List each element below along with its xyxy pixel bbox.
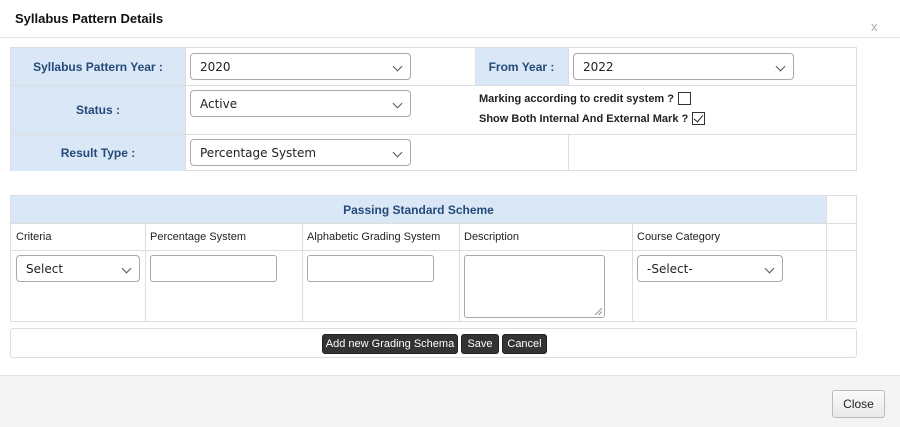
divider bbox=[185, 48, 186, 170]
close-button[interactable]: Close bbox=[832, 390, 885, 418]
divider bbox=[11, 223, 856, 224]
chevron-down-icon bbox=[392, 147, 403, 158]
column-header-description: Description bbox=[464, 231, 520, 243]
column-header-alphabetic: Alphabetic Grading System bbox=[307, 231, 441, 243]
from-year-label: From Year : bbox=[475, 48, 568, 85]
dialog-header: Syllabus Pattern Details x bbox=[0, 0, 900, 38]
divider bbox=[11, 134, 856, 135]
alphabetic-grading-input[interactable] bbox=[307, 255, 434, 282]
cancel-button[interactable]: Cancel bbox=[502, 334, 547, 354]
column-header-criteria: Criteria bbox=[16, 231, 52, 243]
divider bbox=[826, 196, 827, 321]
description-textarea[interactable] bbox=[464, 255, 605, 318]
course-category-value: -Select- bbox=[647, 261, 693, 276]
divider bbox=[11, 250, 856, 251]
resize-grip-icon[interactable] bbox=[595, 308, 602, 315]
chevron-down-icon bbox=[764, 263, 775, 274]
passing-scheme-table: Passing Standard Scheme Criteria Percent… bbox=[10, 195, 857, 322]
pattern-form: Syllabus Pattern Year : 2020 From Year :… bbox=[10, 47, 857, 171]
result-type-value: Percentage System bbox=[200, 145, 317, 160]
credit-system-label: Marking according to credit system ? bbox=[479, 92, 674, 105]
both-marks-row: Show Both Internal And External Mark ? bbox=[479, 112, 706, 125]
divider bbox=[459, 223, 460, 321]
result-type-select[interactable]: Percentage System bbox=[190, 139, 411, 166]
syllabus-year-value: 2020 bbox=[200, 59, 231, 74]
action-bar: Add new Grading Schema Save Cancel bbox=[10, 328, 857, 358]
column-header-percentage: Percentage System bbox=[150, 231, 246, 243]
divider bbox=[475, 48, 476, 85]
chevron-down-icon bbox=[392, 61, 403, 72]
course-category-select[interactable]: -Select- bbox=[637, 255, 783, 282]
syllabus-year-label: Syllabus Pattern Year : bbox=[11, 48, 185, 85]
status-select[interactable]: Active bbox=[190, 90, 411, 117]
chevron-down-icon bbox=[775, 61, 786, 72]
from-year-select[interactable]: 2022 bbox=[573, 53, 794, 80]
dialog-footer bbox=[0, 375, 900, 427]
result-type-label: Result Type : bbox=[11, 134, 185, 171]
criteria-value: Select bbox=[26, 261, 64, 276]
divider bbox=[11, 85, 856, 86]
chevron-down-icon bbox=[392, 98, 403, 109]
status-value: Active bbox=[200, 96, 238, 111]
dialog-title: Syllabus Pattern Details bbox=[15, 11, 164, 26]
syllabus-year-select[interactable]: 2020 bbox=[190, 53, 411, 80]
credit-system-checkbox[interactable] bbox=[678, 92, 691, 105]
credit-system-row: Marking according to credit system ? bbox=[479, 92, 691, 105]
add-grading-schema-button[interactable]: Add new Grading Schema bbox=[322, 334, 458, 354]
divider bbox=[568, 134, 569, 170]
both-marks-checkbox[interactable] bbox=[692, 112, 706, 125]
column-header-course-category: Course Category bbox=[637, 231, 721, 243]
criteria-select[interactable]: Select bbox=[16, 255, 140, 282]
percentage-input[interactable] bbox=[150, 255, 277, 282]
from-year-value: 2022 bbox=[583, 59, 614, 74]
close-icon[interactable]: x bbox=[871, 19, 878, 34]
passing-scheme-title: Passing Standard Scheme bbox=[11, 196, 826, 223]
divider bbox=[302, 223, 303, 321]
chevron-down-icon bbox=[121, 263, 132, 274]
status-label: Status : bbox=[11, 85, 185, 134]
both-marks-label: Show Both Internal And External Mark ? bbox=[479, 112, 689, 125]
divider bbox=[145, 223, 146, 321]
syllabus-pattern-dialog: Syllabus Pattern Details x Syllabus Patt… bbox=[0, 0, 900, 427]
divider bbox=[632, 223, 633, 321]
save-button[interactable]: Save bbox=[461, 334, 499, 354]
divider bbox=[568, 48, 569, 85]
